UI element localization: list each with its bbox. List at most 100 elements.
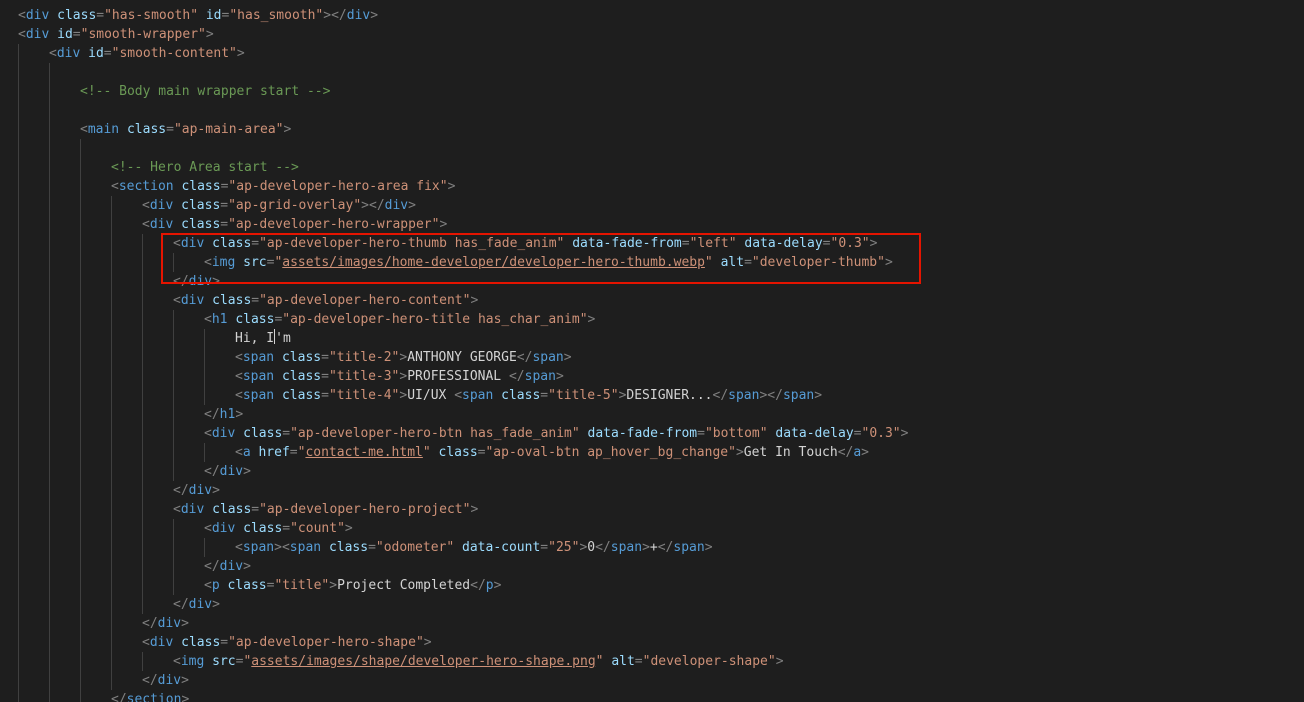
code-token: class — [281, 350, 322, 365]
code-token: = — [96, 8, 105, 23]
code-line[interactable]: <div class="count"> — [204, 519, 353, 538]
indent-guide — [204, 329, 205, 405]
code-token: < — [235, 388, 243, 403]
code-line[interactable]: <main class="ap-main-area"> — [80, 120, 291, 139]
code-token: id — [57, 27, 73, 42]
code-token: </ — [142, 673, 158, 688]
code-line[interactable]: <p class="title">Project Completed</p> — [204, 576, 501, 595]
code-token: span — [673, 540, 705, 555]
code-line[interactable]: </div> — [204, 557, 251, 576]
code-line[interactable]: </div> — [204, 462, 251, 481]
code-line[interactable]: <img src="assets/images/shape/developer-… — [173, 652, 784, 671]
code-line[interactable]: <h1 class="ap-developer-hero-title has_c… — [204, 310, 595, 329]
code-token: span — [242, 350, 275, 365]
code-line[interactable]: Hi, I'm — [235, 329, 291, 348]
code-token: class — [328, 540, 369, 555]
code-token: </ — [837, 445, 854, 460]
code-line[interactable]: <div class="ap-developer-hero-shape"> — [142, 633, 432, 652]
code-token: ANTHONY GEORGE — [407, 350, 517, 365]
code-token: < — [204, 521, 212, 536]
code-line[interactable]: <span class="title-4">UI/UX <span class=… — [235, 386, 822, 405]
code-line[interactable]: <div class="has-smooth" id="has_smooth">… — [18, 6, 378, 25]
code-line[interactable]: <div id="smooth-wrapper"> — [18, 25, 214, 44]
code-token: class — [181, 179, 221, 194]
code-line[interactable]: <div class="ap-developer-hero-wrapper"> — [142, 215, 447, 234]
code-line[interactable]: <div class="ap-grid-overlay"></div> — [142, 196, 416, 215]
code-token: alt — [611, 654, 635, 669]
code-line[interactable]: <span><span class="odometer" data-count=… — [235, 538, 713, 557]
code-token: > — [235, 407, 244, 422]
code-token: class — [438, 445, 478, 460]
code-token: </ — [331, 8, 347, 23]
code-token: "has-smooth" — [104, 8, 199, 23]
code-line[interactable]: <span class="title-3">PROFESSIONAL </spa… — [235, 367, 564, 386]
code-token: </ — [470, 578, 486, 593]
code-line[interactable]: <div class="ap-developer-hero-content"> — [173, 291, 478, 310]
code-line[interactable]: <div class="ap-developer-hero-project"> — [173, 500, 478, 519]
code-token: span — [242, 388, 275, 403]
code-token: "ap-developer-hero-title has_char_anim" — [282, 312, 588, 327]
code-token: "ap-developer-hero-btn has_fade_anim" — [290, 426, 580, 441]
code-line[interactable]: <!-- Body main wrapper start --> — [80, 82, 330, 101]
code-token: div — [188, 597, 213, 612]
code-token: "title-5" — [548, 388, 619, 403]
code-line[interactable]: <section class="ap-developer-hero-area f… — [111, 177, 455, 196]
code-line[interactable]: <span class="title-2">ANTHONY GEORGE</sp… — [235, 348, 572, 367]
code-token: > — [447, 179, 456, 194]
code-token: class — [126, 122, 167, 137]
code-token: = — [282, 426, 291, 441]
code-token: < — [204, 578, 212, 593]
code-token: = — [321, 350, 329, 365]
code-token: = — [251, 502, 260, 517]
code-line[interactable]: </div> — [173, 481, 220, 500]
code-line[interactable]: </div> — [142, 614, 189, 633]
code-token: id — [88, 46, 104, 61]
code-token: div — [180, 502, 205, 517]
code-line[interactable]: </div> — [142, 671, 189, 690]
code-token: > — [900, 426, 909, 441]
code-line[interactable]: <div id="smooth-content"> — [49, 44, 245, 63]
code-token: < — [173, 293, 181, 308]
code-token: > — [236, 46, 245, 61]
code-line[interactable]: </section> — [111, 690, 189, 702]
code-token: > — [212, 483, 220, 498]
code-line[interactable]: <div class="ap-developer-hero-btn has_fa… — [204, 424, 908, 443]
code-token: "developer-shape" — [642, 654, 776, 669]
code-line[interactable]: </div> — [173, 595, 220, 614]
code-token: class — [243, 521, 283, 536]
code-token: = — [321, 388, 329, 403]
code-token: "ap-main-area" — [173, 122, 284, 137]
code-token: data-delay — [775, 426, 854, 441]
code-line[interactable]: <a href="contact-me.html" class="ap-oval… — [235, 443, 869, 462]
code-editor[interactable]: <div class="has-smooth" id="has_smooth">… — [0, 0, 1304, 702]
code-token: class — [281, 388, 322, 403]
code-token: a — [242, 445, 251, 460]
code-token: data-fade-from — [587, 426, 698, 441]
code-token: span — [462, 388, 494, 403]
code-token: div — [25, 8, 50, 23]
code-token: "smooth-content" — [111, 46, 237, 61]
code-token: = — [697, 426, 705, 441]
code-token: h1 — [211, 312, 228, 327]
code-line[interactable]: </h1> — [204, 405, 243, 424]
code-token: < — [235, 540, 243, 555]
code-token: < — [18, 27, 26, 42]
code-token: "smooth-wrapper" — [80, 27, 206, 42]
code-token: < — [204, 312, 212, 327]
indent-guide — [49, 63, 50, 702]
code-token: span — [242, 540, 275, 555]
code-line[interactable]: <!-- Hero Area start --> — [111, 158, 299, 177]
code-token: > — [274, 540, 282, 555]
code-token: > — [408, 198, 416, 213]
